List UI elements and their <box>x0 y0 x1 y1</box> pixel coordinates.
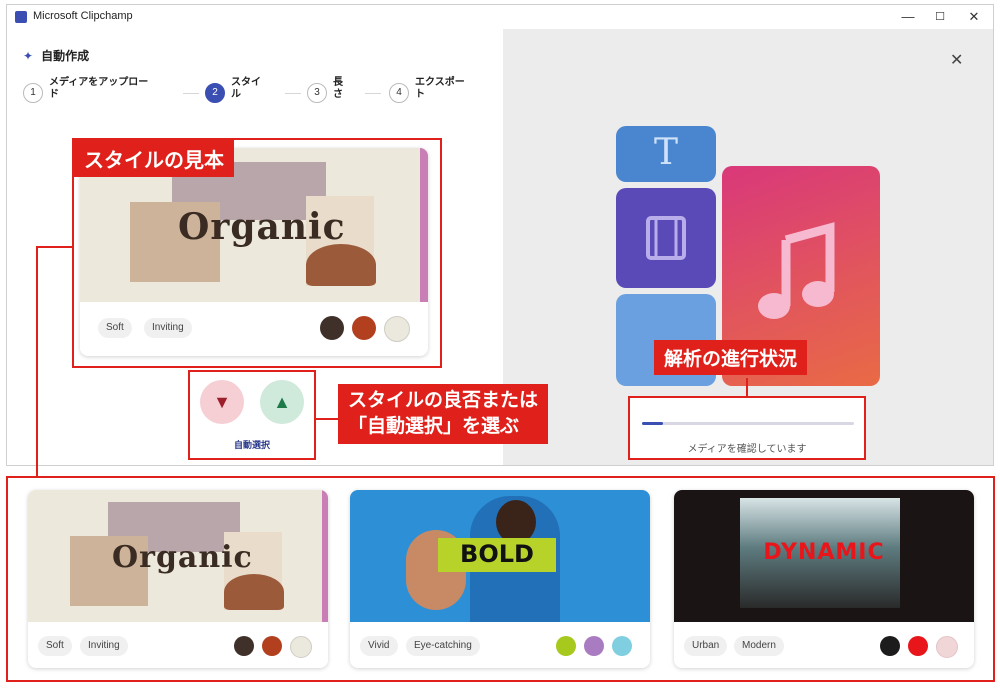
step-label: メディアをアップロー ド <box>49 77 149 100</box>
close-window-button[interactable]: ✕ <box>959 7 989 27</box>
style-option-bold[interactable]: BOLD Vivid Eye-catching <box>350 490 650 668</box>
step-number: 1 <box>23 83 43 103</box>
film-icon <box>616 188 716 288</box>
style-option-dynamic[interactable]: DYNAMIC Urban Modern <box>674 490 974 668</box>
step-upload[interactable]: 1 メディアをアップロー ド <box>23 77 173 109</box>
clipchamp-logo-icon <box>15 11 27 23</box>
color-swatch <box>290 636 312 658</box>
artwork-title: DYNAMIC <box>763 540 885 565</box>
progress-track <box>642 422 854 425</box>
style-tag: Vivid <box>360 636 398 656</box>
step-export[interactable]: 4 エクスポー ト <box>389 77 489 109</box>
progress-fill <box>642 422 664 425</box>
step-number: 3 <box>307 83 327 103</box>
maximize-button[interactable]: ☐ <box>925 7 955 27</box>
thumbs-down-icon[interactable]: ▼ <box>200 380 244 424</box>
step-length[interactable]: 3 長 さ <box>307 77 357 109</box>
style-tag: Urban <box>684 636 728 656</box>
wizard-title-text: 自動作成 <box>41 49 90 63</box>
callout-choose-style: スタイルの良否または 「自動選択」を選ぶ <box>338 384 549 444</box>
color-swatch <box>234 636 254 656</box>
step-number: 2 <box>205 83 225 103</box>
style-tag: Inviting <box>80 636 128 656</box>
step-divider <box>183 93 199 94</box>
window-title: Microsoft Clipchamp <box>33 10 133 22</box>
style-option-organic[interactable]: Organic Soft Inviting <box>28 490 328 668</box>
step-label: スタイ ル <box>231 77 261 100</box>
step-number: 4 <box>389 83 409 103</box>
color-swatch <box>936 636 958 658</box>
color-swatch <box>584 636 604 656</box>
color-swatch <box>908 636 928 656</box>
progress-status: メディアを確認しています <box>687 444 807 455</box>
color-swatch <box>262 636 282 656</box>
step-divider <box>365 93 381 94</box>
callout-style-sample: スタイルの見本 <box>74 140 234 177</box>
title-bar: Microsoft Clipchamp — ☐ ✕ <box>7 5 993 29</box>
artwork-title: BOLD <box>460 540 534 568</box>
sparkle-icon: ✦ <box>23 49 34 63</box>
callout-analysis-progress: 解析の進行状況 <box>654 340 808 375</box>
thumbs-up-icon[interactable]: ▲ <box>260 380 304 424</box>
step-label: エクスポー ト <box>415 77 465 100</box>
color-swatch <box>880 636 900 656</box>
close-icon[interactable]: ✕ <box>950 50 963 70</box>
callout-connector <box>36 246 74 248</box>
text-tile-glyph: T <box>653 132 678 173</box>
style-tag: Eye-catching <box>406 636 480 656</box>
artwork-shape <box>224 574 284 610</box>
callout-connector <box>746 378 748 396</box>
artwork-title: Organic <box>112 540 253 575</box>
text-icon: T <box>616 126 716 182</box>
style-thumbnail: Organic <box>28 490 328 622</box>
feedback-panel: ▼ ▲ 自動選択 <box>188 370 316 460</box>
callout-connector <box>316 418 338 420</box>
style-tag: Soft <box>38 636 72 656</box>
callout-line: 「自動選択」を選ぶ <box>348 416 520 437</box>
wizard-title: ✦ 自動作成 <box>23 47 89 64</box>
artwork-shape <box>322 490 328 622</box>
step-divider <box>285 93 301 94</box>
auto-select-button[interactable]: 自動選択 <box>190 438 314 451</box>
callout-connector <box>36 246 38 478</box>
style-tag: Modern <box>734 636 784 656</box>
style-thumbnail: BOLD <box>350 490 650 622</box>
color-swatch <box>612 636 632 656</box>
style-thumbnail: DYNAMIC <box>674 490 974 622</box>
analysis-progress: メディアを確認しています <box>628 396 866 460</box>
minimize-button[interactable]: — <box>893 7 923 27</box>
color-swatch <box>556 636 576 656</box>
callout-line: スタイルの良否または <box>348 390 539 411</box>
step-style[interactable]: 2 スタイ ル <box>205 77 275 109</box>
